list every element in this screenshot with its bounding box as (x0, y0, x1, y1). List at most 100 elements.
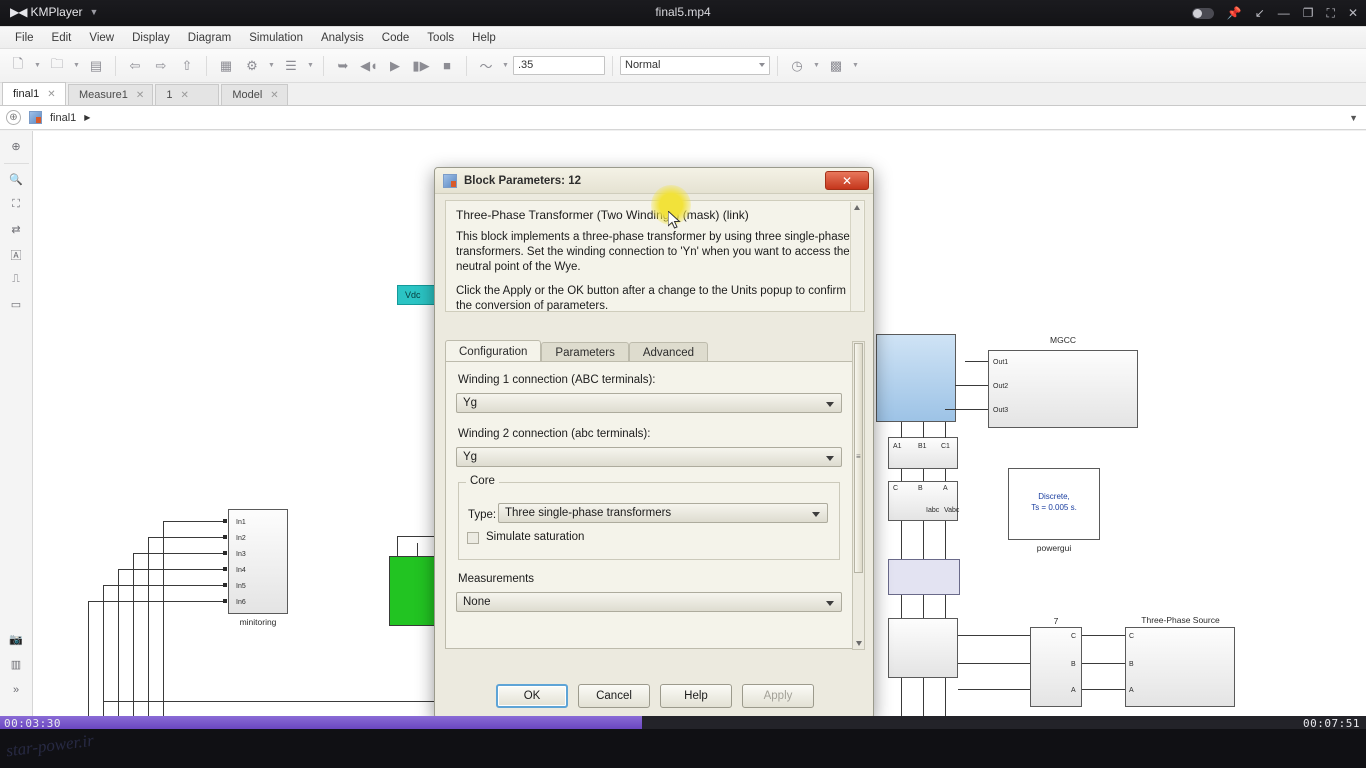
tab-model[interactable]: Model ✕ (221, 84, 288, 105)
measurements-select[interactable]: None (456, 592, 842, 612)
close-icon[interactable]: ✕ (47, 89, 55, 100)
menu-item-simulation[interactable]: Simulation (240, 30, 312, 46)
menu-item-code[interactable]: Code (373, 30, 419, 46)
winding2-select[interactable]: Yg (456, 447, 842, 467)
block-mgcc[interactable] (988, 350, 1138, 428)
breadcrumb-back-icon[interactable]: ⊕ (6, 110, 21, 125)
model-explorer-icon[interactable]: ☰ (279, 54, 303, 78)
signal-wire (945, 678, 946, 717)
port-label: A (943, 485, 948, 492)
fullscreen-icon[interactable]: ⛶ (1327, 7, 1335, 19)
fast-restart-chevron-down-icon[interactable]: ▼ (811, 54, 822, 78)
tab-measure1[interactable]: Measure1 ✕ (68, 84, 154, 105)
description-scrollbar[interactable] (850, 202, 863, 311)
restore-icon[interactable]: ❐ (1303, 7, 1314, 19)
tab-advanced[interactable]: Advanced (628, 342, 708, 362)
dialog-titlebar: Block Parameters: 12 ✕ (435, 168, 873, 194)
block-machine[interactable] (888, 559, 960, 595)
tab-1[interactable]: 1 ✕ (155, 84, 220, 105)
camera-icon[interactable]: 📷 (6, 630, 27, 649)
vdc-goto-tag[interactable]: Vdc (397, 285, 444, 307)
scope-viewer-icon[interactable]: 〜 (474, 54, 498, 78)
chevron-down-icon (812, 512, 820, 517)
fast-restart-icon[interactable]: ◷ (785, 54, 809, 78)
scope-chevron-down-icon[interactable]: ▼ (500, 54, 511, 78)
menu-item-edit[interactable]: Edit (43, 30, 81, 46)
close-icon[interactable]: ✕ (1348, 7, 1358, 19)
dialog-vertical-scrollbar[interactable]: ≡ (852, 341, 865, 650)
toolbar-separator (612, 55, 613, 76)
scope-icon[interactable]: ⎍ (6, 270, 27, 289)
menu-item-view[interactable]: View (80, 30, 123, 46)
menu-item-tools[interactable]: Tools (418, 30, 463, 46)
library-browser-icon[interactable]: ▦ (214, 54, 238, 78)
block-label-powergui: powergui (1036, 543, 1072, 553)
block-inverter[interactable] (876, 334, 956, 422)
ok-button[interactable]: OK (496, 684, 568, 708)
tab-label: 1 (166, 89, 173, 101)
player-toggle-switch[interactable] (1191, 7, 1214, 19)
minimize-icon[interactable]: — (1278, 7, 1290, 19)
new-model-chevron-down-icon[interactable]: ▼ (32, 54, 43, 78)
block-2[interactable] (888, 437, 958, 469)
open-icon[interactable]: 🗀 (45, 54, 69, 78)
forward-icon[interactable]: ⇨ (149, 54, 173, 78)
menu-item-analysis[interactable]: Analysis (312, 30, 373, 46)
close-icon[interactable]: ✕ (136, 90, 144, 101)
help-button[interactable]: Help (660, 684, 732, 708)
save-icon[interactable]: ▤ (84, 54, 108, 78)
new-model-icon[interactable]: 🗋 (6, 54, 30, 78)
block-breaker[interactable] (888, 618, 958, 678)
up-icon[interactable]: ⇧ (175, 54, 199, 78)
menu-item-diagram[interactable]: Diagram (179, 30, 240, 46)
simulate-saturation-checkbox[interactable] (467, 532, 479, 544)
close-icon[interactable]: ✕ (180, 90, 188, 101)
stop-simulation-icon[interactable]: ■ (435, 54, 459, 78)
close-icon[interactable]: ✕ (825, 171, 869, 190)
open-chevron-down-icon[interactable]: ▼ (71, 54, 82, 78)
annotation-icon[interactable]: 🄰 (6, 245, 27, 264)
signal-routing-icon[interactable]: ⇄ (6, 220, 27, 239)
model-config-chevron-down-icon[interactable]: ▼ (266, 54, 277, 78)
menu-item-help[interactable]: Help (463, 30, 505, 46)
tab-final1[interactable]: final1 ✕ (2, 82, 66, 105)
breadcrumb-add-icon[interactable]: ⊕ (6, 137, 27, 156)
core-group-title: Core (466, 475, 499, 487)
debug-icon[interactable]: ▩ (824, 54, 848, 78)
fit-to-view-icon[interactable]: ⛶ (6, 195, 27, 214)
update-diagram-icon[interactable]: ➥ (331, 54, 355, 78)
pin-icon[interactable]: 📌 (1227, 7, 1242, 19)
breadcrumb-arrow-icon: ▶ (84, 113, 91, 122)
block-powergui[interactable]: Discrete, Ts = 0.005 s. (1008, 468, 1100, 540)
seek-bar[interactable] (0, 716, 1366, 729)
model-explorer-chevron-down-icon[interactable]: ▼ (305, 54, 316, 78)
chevron-down-icon[interactable]: ▼ (1349, 113, 1358, 123)
cancel-button[interactable]: Cancel (578, 684, 650, 708)
model-config-icon[interactable]: ⚙ (240, 54, 264, 78)
port-label-a: A (1129, 687, 1134, 694)
scroll-up-icon[interactable] (854, 205, 860, 210)
expand-icon[interactable]: » (6, 680, 27, 699)
step-back-icon[interactable]: ◀◖ (357, 54, 381, 78)
stop-time-input[interactable]: .35 (513, 56, 605, 75)
step-forward-icon[interactable]: ▮▶ (409, 54, 433, 78)
scroll-down-icon[interactable] (856, 641, 862, 646)
debug-chevron-down-icon[interactable]: ▼ (850, 54, 861, 78)
zoom-in-icon[interactable]: 🔍 (6, 170, 27, 189)
tab-parameters[interactable]: Parameters (541, 342, 629, 362)
close-icon[interactable]: ✕ (270, 90, 278, 101)
breadcrumb-label[interactable]: final1 (50, 112, 76, 124)
legend-icon[interactable]: ▥ (6, 655, 27, 674)
menu-item-file[interactable]: File (6, 30, 43, 46)
minimize-to-tray-icon[interactable]: ↙ (1255, 7, 1265, 19)
menu-item-display[interactable]: Display (123, 30, 179, 46)
block-three-phase-source[interactable] (1125, 627, 1235, 707)
winding1-select[interactable]: Yg (456, 393, 842, 413)
tab-configuration[interactable]: Configuration (445, 340, 542, 362)
simulation-mode-select[interactable]: Normal (620, 56, 770, 75)
subsystem-icon[interactable]: ▭ (6, 295, 27, 314)
run-icon[interactable]: ▶ (383, 54, 407, 78)
back-icon[interactable]: ⇦ (123, 54, 147, 78)
core-type-select[interactable]: Three single-phase transformers (498, 503, 828, 523)
apply-button[interactable]: Apply (742, 684, 814, 708)
